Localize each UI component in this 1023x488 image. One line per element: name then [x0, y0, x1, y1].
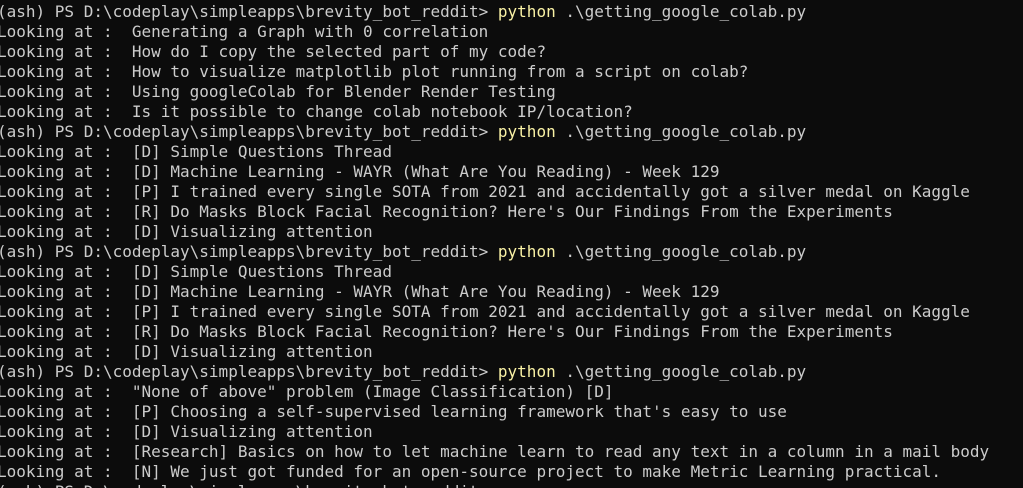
command-name: python [497, 122, 556, 141]
output-line: Looking at : [D] Simple Questions Thread [0, 142, 392, 161]
terminal-output[interactable]: (ash) PS D:\codeplay\simpleapps\brevity_… [0, 2, 989, 488]
output-line: Looking at : "None of above" problem (Im… [0, 382, 614, 401]
output-line: Looking at : [N] We just got funded for … [0, 462, 942, 481]
command-args: .\getting_google_colab.py [555, 2, 807, 21]
output-line: Looking at : [P] I trained every single … [0, 302, 970, 321]
output-line: Looking at : [Research] Basics on how to… [0, 442, 990, 461]
prompt-path: (ash) PS D:\codeplay\simpleapps\brevity_… [0, 242, 498, 261]
prompt-line: (ash) PS D:\codeplay\simpleapps\brevity_… [0, 122, 989, 142]
output-line: Looking at : How do I copy the selected … [0, 42, 547, 61]
output-line: Looking at : [R] Do Masks Block Facial R… [0, 202, 893, 221]
prompt-line: (ash) PS D:\codeplay\simpleapps\brevity_… [0, 2, 989, 22]
output-line: Looking at : How to visualize matplotlib… [0, 62, 749, 81]
command-args: .\getting_google_colab.py [555, 122, 807, 141]
prompt-line: (ash) PS D:\codeplay\simpleapps\brevity_… [0, 482, 989, 488]
command-name: python [497, 2, 556, 21]
prompt-line: (ash) PS D:\codeplay\simpleapps\brevity_… [0, 242, 989, 262]
prompt-path: (ash) PS D:\codeplay\simpleapps\brevity_… [0, 362, 498, 381]
output-line: Looking at : Using googleColab for Blend… [0, 82, 556, 101]
output-line: Looking at : Is it possible to change co… [0, 102, 633, 121]
prompt-path: (ash) PS D:\codeplay\simpleapps\brevity_… [0, 122, 498, 141]
command-name: python [497, 242, 556, 261]
output-line: Looking at : Generating a Graph with 0 c… [0, 22, 489, 41]
command-args: .\getting_google_colab.py [555, 362, 807, 381]
output-line: Looking at : [D] Visualizing attention [0, 422, 373, 441]
output-line: Looking at : [D] Machine Learning - WAYR… [0, 282, 720, 301]
command-args: .\getting_google_colab.py [555, 242, 807, 261]
output-line: Looking at : [P] I trained every single … [0, 182, 970, 201]
output-line: Looking at : [R] Do Masks Block Facial R… [0, 322, 893, 341]
prompt-path: (ash) PS D:\codeplay\simpleapps\brevity_… [0, 482, 498, 488]
prompt-line: (ash) PS D:\codeplay\simpleapps\brevity_… [0, 362, 989, 382]
output-line: Looking at : [D] Simple Questions Thread [0, 262, 392, 281]
terminal-window[interactable]: (ash) PS D:\codeplay\simpleapps\brevity_… [0, 0, 1023, 488]
output-line: Looking at : [D] Visualizing attention [0, 342, 373, 361]
output-line: Looking at : [D] Visualizing attention [0, 222, 373, 241]
output-line: Looking at : [P] Choosing a self-supervi… [0, 402, 787, 421]
command-name: python [497, 362, 556, 381]
output-line: Looking at : [D] Machine Learning - WAYR… [0, 162, 720, 181]
prompt-path: (ash) PS D:\codeplay\simpleapps\brevity_… [0, 2, 498, 21]
